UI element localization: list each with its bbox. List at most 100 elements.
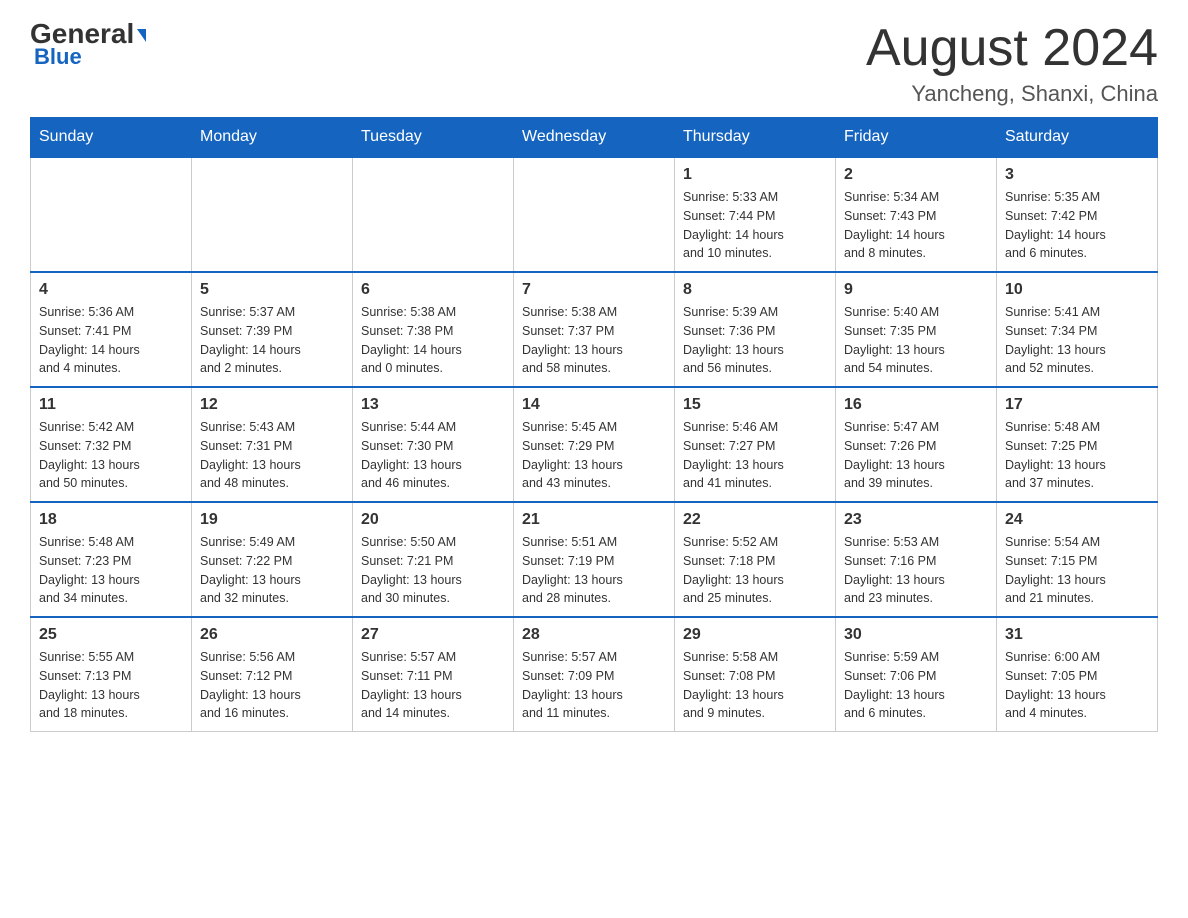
- calendar-cell: [192, 157, 353, 272]
- day-info: Sunrise: 5:45 AMSunset: 7:29 PMDaylight:…: [522, 418, 666, 493]
- weekday-header-monday: Monday: [192, 118, 353, 158]
- calendar-cell: 5Sunrise: 5:37 AMSunset: 7:39 PMDaylight…: [192, 272, 353, 387]
- calendar-cell: 20 Sunrise: 5:50 AMSunset: 7:21 PMDayligh…: [353, 502, 514, 617]
- weekday-header-thursday: Thursday: [675, 118, 836, 158]
- calendar-cell: 3 Sunrise: 5:35 AMSunset: 7:42 PMDaylight…: [997, 157, 1158, 272]
- calendar-cell: 23 Sunrise: 5:53 AMSunset: 7:16 PMDayligh…: [836, 502, 997, 617]
- weekday-header-tuesday: Tuesday: [353, 118, 514, 158]
- day-info: Sunrise: 5:42 AMSunset: 7:32 PMDaylight:…: [39, 418, 183, 493]
- day-number: 26: [200, 626, 344, 644]
- day-number: 6: [361, 281, 505, 299]
- day-number: 3: [1005, 166, 1149, 184]
- day-info: Sunrise: 5:36 AMSunset: 7:41 PMDaylight:…: [39, 303, 183, 378]
- day-info: Sunrise: 5:52 AMSunset: 7:18 PMDaylight:…: [683, 533, 827, 608]
- calendar-cell: 16 Sunrise: 5:47 AMSunset: 7:26 PMDayligh…: [836, 387, 997, 502]
- day-number: 13: [361, 396, 505, 414]
- day-number: 25: [39, 626, 183, 644]
- calendar-table: SundayMondayTuesdayWednesdayThursdayFrid…: [30, 117, 1158, 732]
- day-number: 9: [844, 281, 988, 299]
- day-info: Sunrise: 5:48 AMSunset: 7:23 PMDaylight:…: [39, 533, 183, 608]
- day-number: 29: [683, 626, 827, 644]
- weekday-header-wednesday: Wednesday: [514, 118, 675, 158]
- day-info: Sunrise: 5:35 AMSunset: 7:42 PMDaylight:…: [1005, 188, 1149, 263]
- calendar-cell: [31, 157, 192, 272]
- calendar-cell: 22 Sunrise: 5:52 AMSunset: 7:18 PMDayligh…: [675, 502, 836, 617]
- day-info: Sunrise: 5:34 AMSunset: 7:43 PMDaylight:…: [844, 188, 988, 263]
- calendar-cell: [514, 157, 675, 272]
- calendar-cell: 4 Sunrise: 5:36 AMSunset: 7:41 PMDaylight…: [31, 272, 192, 387]
- day-number: 11: [39, 396, 183, 414]
- calendar-cell: 30 Sunrise: 5:59 AMSunset: 7:06 PMDayligh…: [836, 617, 997, 732]
- day-number: 17: [1005, 396, 1149, 414]
- weekday-header-friday: Friday: [836, 118, 997, 158]
- day-number: 10: [1005, 281, 1149, 299]
- day-number: 27: [361, 626, 505, 644]
- weekday-header-row: SundayMondayTuesdayWednesdayThursdayFrid…: [31, 118, 1158, 158]
- day-info: Sunrise: 5:53 AMSunset: 7:16 PMDaylight:…: [844, 533, 988, 608]
- calendar-cell: 1 Sunrise: 5:33 AMSunset: 7:44 PMDaylight…: [675, 157, 836, 272]
- calendar-cell: 8 Sunrise: 5:39 AMSunset: 7:36 PMDaylight…: [675, 272, 836, 387]
- day-info: Sunrise: 5:33 AMSunset: 7:44 PMDaylight:…: [683, 188, 827, 263]
- calendar-cell: 6 Sunrise: 5:38 AMSunset: 7:38 PMDaylight…: [353, 272, 514, 387]
- day-number: 20: [361, 511, 505, 529]
- logo-blue-text: Blue: [34, 44, 82, 70]
- day-info: Sunrise: 5:59 AMSunset: 7:06 PMDaylight:…: [844, 648, 988, 723]
- calendar-cell: [353, 157, 514, 272]
- calendar-cell: 25 Sunrise: 5:55 AMSunset: 7:13 PMDayligh…: [31, 617, 192, 732]
- day-number: 1: [683, 166, 827, 184]
- day-info: Sunrise: 5:55 AMSunset: 7:13 PMDaylight:…: [39, 648, 183, 723]
- day-number: 23: [844, 511, 988, 529]
- day-number: 22: [683, 511, 827, 529]
- calendar-cell: 18Sunrise: 5:48 AMSunset: 7:23 PMDayligh…: [31, 502, 192, 617]
- day-number: 15: [683, 396, 827, 414]
- day-info: Sunrise: 5:38 AMSunset: 7:37 PMDaylight:…: [522, 303, 666, 378]
- day-info: Sunrise: 5:56 AMSunset: 7:12 PMDaylight:…: [200, 648, 344, 723]
- day-number: 14: [522, 396, 666, 414]
- day-info: Sunrise: 5:39 AMSunset: 7:36 PMDaylight:…: [683, 303, 827, 378]
- day-number: 5: [200, 281, 344, 299]
- day-info: Sunrise: 6:00 AMSunset: 7:05 PMDaylight:…: [1005, 648, 1149, 723]
- day-number: 24: [1005, 511, 1149, 529]
- logo: General Blue: [30, 20, 146, 70]
- week-row-3: 11 Sunrise: 5:42 AMSunset: 7:32 PMDayligh…: [31, 387, 1158, 502]
- day-number: 30: [844, 626, 988, 644]
- day-info: Sunrise: 5:40 AMSunset: 7:35 PMDaylight:…: [844, 303, 988, 378]
- day-info: Sunrise: 5:50 AMSunset: 7:21 PMDaylight:…: [361, 533, 505, 608]
- day-number: 12: [200, 396, 344, 414]
- day-number: 31: [1005, 626, 1149, 644]
- calendar-cell: 26 Sunrise: 5:56 AMSunset: 7:12 PMDayligh…: [192, 617, 353, 732]
- day-info: Sunrise: 5:47 AMSunset: 7:26 PMDaylight:…: [844, 418, 988, 493]
- day-info: Sunrise: 5:41 AMSunset: 7:34 PMDaylight:…: [1005, 303, 1149, 378]
- title-area: August 2024 Yancheng, Shanxi, China: [866, 20, 1158, 107]
- calendar-cell: 17Sunrise: 5:48 AMSunset: 7:25 PMDayligh…: [997, 387, 1158, 502]
- calendar-cell: 31 Sunrise: 6:00 AMSunset: 7:05 PMDayligh…: [997, 617, 1158, 732]
- location: Yancheng, Shanxi, China: [866, 81, 1158, 107]
- calendar-cell: 7 Sunrise: 5:38 AMSunset: 7:37 PMDaylight…: [514, 272, 675, 387]
- calendar-cell: 27 Sunrise: 5:57 AMSunset: 7:11 PMDayligh…: [353, 617, 514, 732]
- day-number: 16: [844, 396, 988, 414]
- day-info: Sunrise: 5:38 AMSunset: 7:38 PMDaylight:…: [361, 303, 505, 378]
- day-number: 28: [522, 626, 666, 644]
- week-row-1: 1 Sunrise: 5:33 AMSunset: 7:44 PMDaylight…: [31, 157, 1158, 272]
- day-info: Sunrise: 5:49 AMSunset: 7:22 PMDaylight:…: [200, 533, 344, 608]
- calendar-cell: 2 Sunrise: 5:34 AMSunset: 7:43 PMDaylight…: [836, 157, 997, 272]
- calendar-cell: 12Sunrise: 5:43 AMSunset: 7:31 PMDayligh…: [192, 387, 353, 502]
- calendar-cell: 24Sunrise: 5:54 AMSunset: 7:15 PMDayligh…: [997, 502, 1158, 617]
- day-number: 4: [39, 281, 183, 299]
- calendar-cell: 10 Sunrise: 5:41 AMSunset: 7:34 PMDayligh…: [997, 272, 1158, 387]
- day-info: Sunrise: 5:51 AMSunset: 7:19 PMDaylight:…: [522, 533, 666, 608]
- week-row-5: 25 Sunrise: 5:55 AMSunset: 7:13 PMDayligh…: [31, 617, 1158, 732]
- calendar-cell: 14 Sunrise: 5:45 AMSunset: 7:29 PMDayligh…: [514, 387, 675, 502]
- day-number: 21: [522, 511, 666, 529]
- calendar-cell: 11 Sunrise: 5:42 AMSunset: 7:32 PMDayligh…: [31, 387, 192, 502]
- calendar-cell: 28Sunrise: 5:57 AMSunset: 7:09 PMDayligh…: [514, 617, 675, 732]
- day-number: 7: [522, 281, 666, 299]
- calendar-cell: 9 Sunrise: 5:40 AMSunset: 7:35 PMDaylight…: [836, 272, 997, 387]
- day-info: Sunrise: 5:57 AMSunset: 7:11 PMDaylight:…: [361, 648, 505, 723]
- day-number: 19: [200, 511, 344, 529]
- day-number: 2: [844, 166, 988, 184]
- day-number: 8: [683, 281, 827, 299]
- day-info: Sunrise: 5:44 AMSunset: 7:30 PMDaylight:…: [361, 418, 505, 493]
- page-header: General Blue August 2024 Yancheng, Shanx…: [30, 20, 1158, 107]
- week-row-4: 18Sunrise: 5:48 AMSunset: 7:23 PMDayligh…: [31, 502, 1158, 617]
